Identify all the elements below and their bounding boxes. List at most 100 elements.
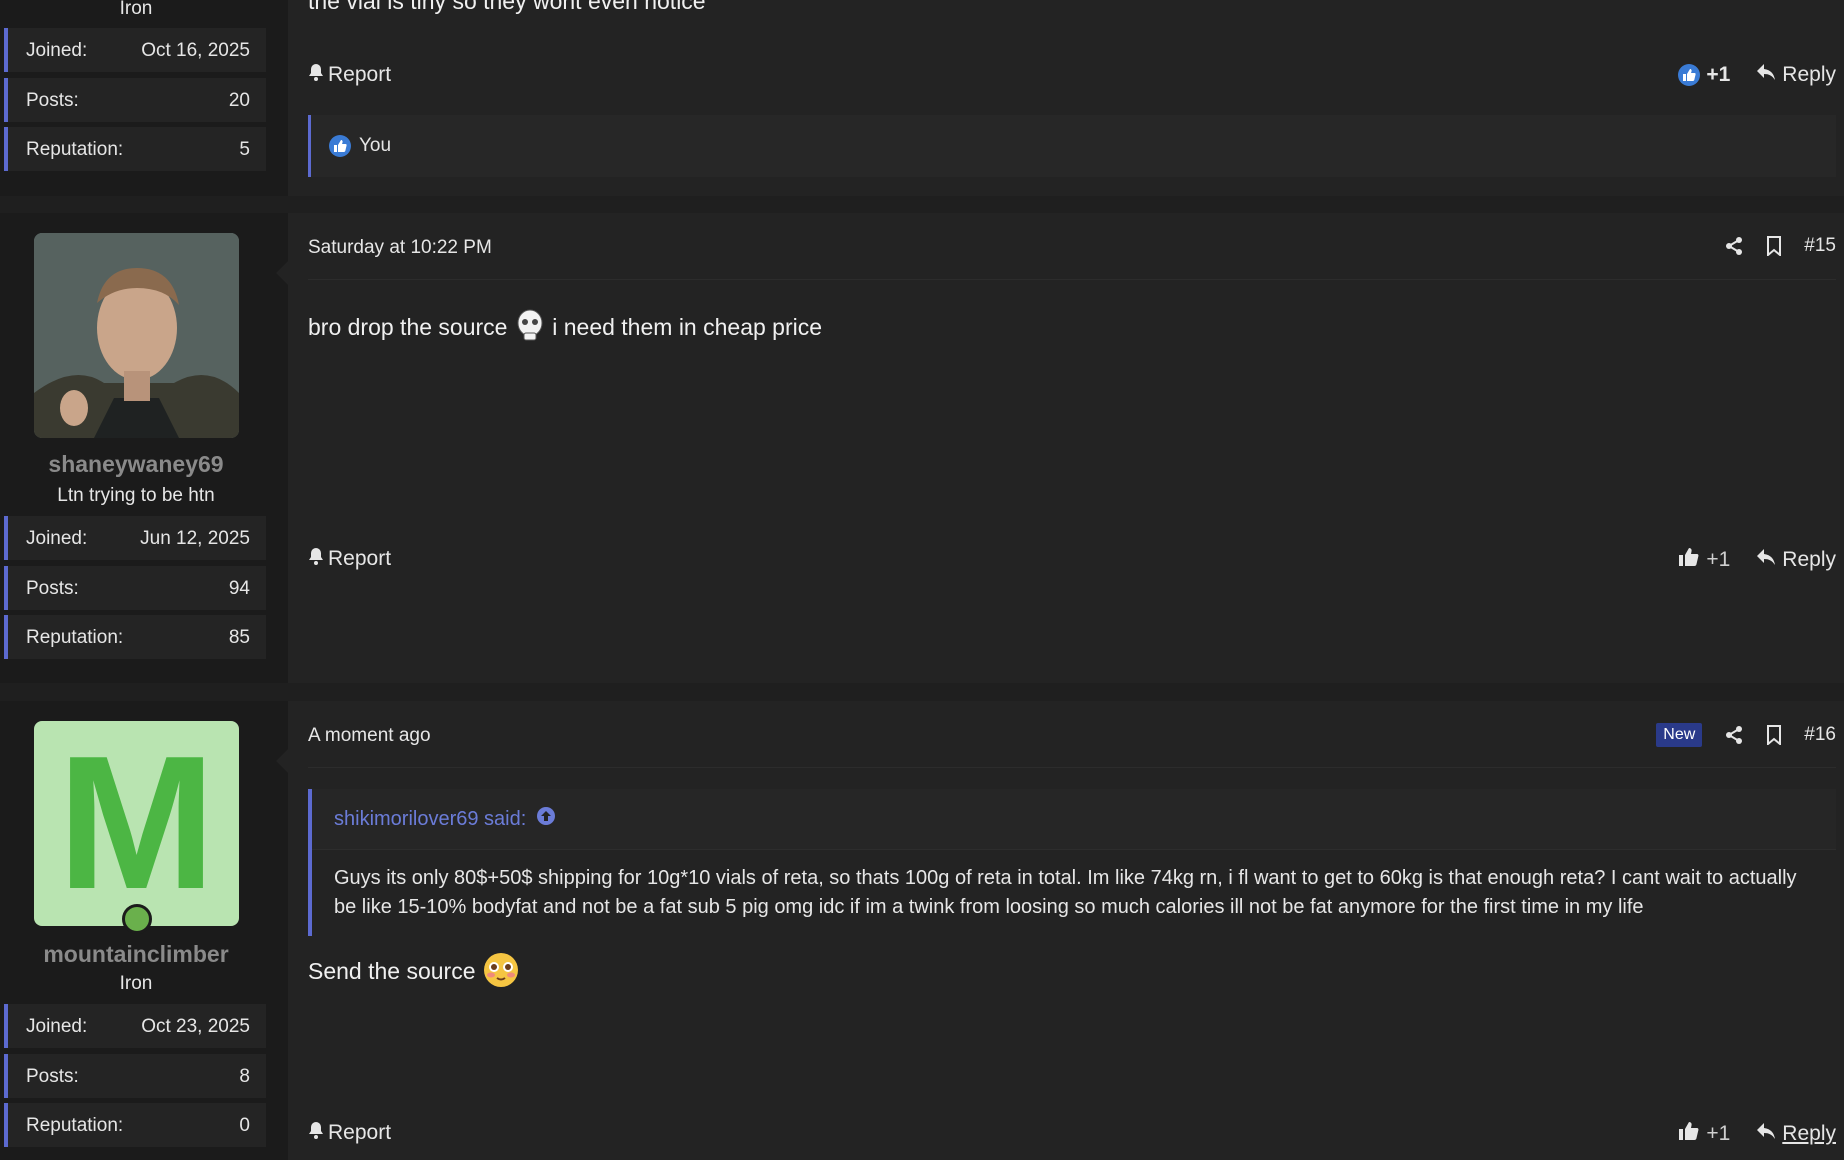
share-icon[interactable]	[1724, 236, 1744, 256]
post-footer-actions: +1 Reply	[1678, 547, 1836, 573]
avatar[interactable]: M	[34, 721, 239, 926]
reply-button[interactable]: Reply	[1756, 63, 1836, 87]
bookmark-icon[interactable]	[1766, 236, 1782, 256]
stat-label: Posts:	[26, 578, 79, 599]
post-body: the vial is tiny so they wont even notic…	[308, 0, 706, 14]
post-footer-actions: +1 Reply	[1678, 1121, 1836, 1147]
post-14: Iron Joined: Oct 16, 2025 Posts: 20 Repu…	[0, 0, 1844, 196]
report-button[interactable]: Report	[308, 1121, 391, 1145]
post-16: M mountainclimber Iron Joined: Oct 23, 2…	[0, 701, 1844, 1160]
stat-label: Joined:	[26, 1016, 88, 1037]
thumbs-up-icon	[329, 135, 351, 157]
share-icon[interactable]	[1724, 725, 1744, 745]
bell-icon	[308, 547, 324, 571]
reply-button[interactable]: Reply	[1756, 1122, 1836, 1146]
like-button[interactable]: +1	[1678, 547, 1730, 573]
user-sidebar: shaneywaney69 Ltn trying to be htn Joine…	[0, 213, 288, 683]
stat-label: Reputation:	[26, 1115, 124, 1136]
thumbs-up-icon	[1678, 64, 1701, 86]
report-button[interactable]: Report	[308, 63, 391, 87]
stat-value: 20	[228, 90, 250, 111]
post-date[interactable]: A moment ago	[308, 725, 431, 747]
post-number-link[interactable]: #15	[1804, 235, 1836, 257]
reply-label: Reply	[1782, 63, 1836, 86]
post-body: bro drop the source i need them in cheap…	[308, 309, 822, 349]
skull-emoji-icon	[514, 309, 546, 349]
stat-joined: Joined: Oct 23, 2025	[4, 1004, 266, 1048]
username-link[interactable]: shaneywaney69	[0, 451, 272, 478]
stat-reputation: Reputation: 5	[4, 127, 266, 171]
post-date[interactable]: Saturday at 10:22 PM	[308, 237, 492, 259]
report-label: Report	[328, 63, 392, 86]
thumbs-up-icon	[1678, 1121, 1700, 1147]
reply-arrow-icon	[1756, 548, 1776, 572]
post-header-actions: New #16	[1656, 723, 1836, 747]
post-body-text: bro drop the source	[308, 314, 508, 341]
reply-button[interactable]: Reply	[1756, 548, 1836, 572]
post-header-actions: #15	[1724, 235, 1836, 257]
quote-block: shikimorilover69 said: Guys its only 80$…	[308, 789, 1836, 936]
stat-value: 8	[239, 1066, 250, 1087]
bell-icon	[308, 1121, 324, 1145]
post-content: the vial is tiny so they wont even notic…	[288, 0, 1844, 196]
stat-value: 0	[239, 1115, 250, 1136]
avatar[interactable]	[34, 233, 239, 438]
reaction-user: You	[359, 135, 392, 156]
username-link[interactable]: mountainclimber	[0, 941, 272, 968]
stat-joined: Joined: Oct 16, 2025	[4, 28, 266, 72]
quote-author[interactable]: shikimorilover69 said:	[334, 808, 526, 831]
user-title: Iron	[119, 0, 153, 19]
stat-posts: Posts: 94	[4, 566, 266, 610]
user-title: Iron	[119, 973, 153, 994]
user-title: Ltn trying to be htn	[57, 485, 215, 506]
stat-label: Joined:	[26, 40, 88, 61]
stat-value: Jun 12, 2025	[140, 528, 250, 549]
star-eyes-emoji-icon	[482, 951, 520, 995]
stat-reputation: Reputation: 0	[4, 1103, 266, 1147]
post-body-text: i need them in cheap price	[552, 314, 823, 341]
post-content: A moment ago New #16 shikimorilover69 sa…	[288, 701, 1844, 1160]
stat-value: Oct 16, 2025	[141, 40, 250, 61]
stat-value: 5	[239, 139, 250, 160]
post-arrow	[276, 749, 288, 773]
post-content: Saturday at 10:22 PM #15 bro drop the so…	[288, 213, 1844, 683]
stat-label: Posts:	[26, 90, 79, 111]
user-sidebar: Iron Joined: Oct 16, 2025 Posts: 20 Repu…	[0, 0, 288, 196]
stat-label: Reputation:	[26, 139, 124, 160]
like-count: +1	[1706, 1122, 1731, 1145]
reply-arrow-icon	[1756, 63, 1776, 87]
post-number-link[interactable]: #16	[1804, 724, 1836, 746]
stat-joined: Joined: Jun 12, 2025	[4, 516, 266, 560]
like-count: +1	[1706, 63, 1731, 86]
divider	[308, 279, 1836, 280]
stat-value: Oct 23, 2025	[141, 1016, 250, 1037]
stat-posts: Posts: 8	[4, 1054, 266, 1098]
bookmark-icon[interactable]	[1766, 725, 1782, 745]
bell-icon	[308, 63, 324, 87]
stat-value: 94	[228, 578, 250, 599]
stat-label: Posts:	[26, 1066, 79, 1087]
jump-to-quote-icon[interactable]	[536, 806, 556, 832]
post-15: shaneywaney69 Ltn trying to be htn Joine…	[0, 213, 1844, 683]
reactions-bar[interactable]: You	[308, 115, 1836, 177]
report-label: Report	[328, 547, 392, 570]
reply-arrow-icon	[1756, 1122, 1776, 1146]
like-button[interactable]: +1	[1678, 63, 1730, 87]
quote-header[interactable]: shikimorilover69 said:	[312, 789, 1836, 850]
online-status-indicator	[122, 904, 152, 934]
stat-label: Reputation:	[26, 627, 124, 648]
stat-label: Joined:	[26, 528, 88, 549]
post-footer-actions: +1 Reply	[1678, 63, 1836, 87]
reply-label: Reply	[1782, 548, 1836, 571]
like-button[interactable]: +1	[1678, 1121, 1730, 1147]
divider	[308, 767, 1836, 768]
post-body-text: Send the source	[308, 958, 476, 985]
stat-reputation: Reputation: 85	[4, 615, 266, 659]
stat-posts: Posts: 20	[4, 78, 266, 122]
quote-text: Guys its only 80$+50$ shipping for 10g*1…	[312, 850, 1836, 936]
thumbs-up-icon	[1678, 547, 1700, 573]
user-sidebar: M mountainclimber Iron Joined: Oct 23, 2…	[0, 701, 288, 1160]
report-button[interactable]: Report	[308, 547, 391, 571]
like-count: +1	[1706, 548, 1731, 571]
reply-label: Reply	[1782, 1122, 1836, 1145]
